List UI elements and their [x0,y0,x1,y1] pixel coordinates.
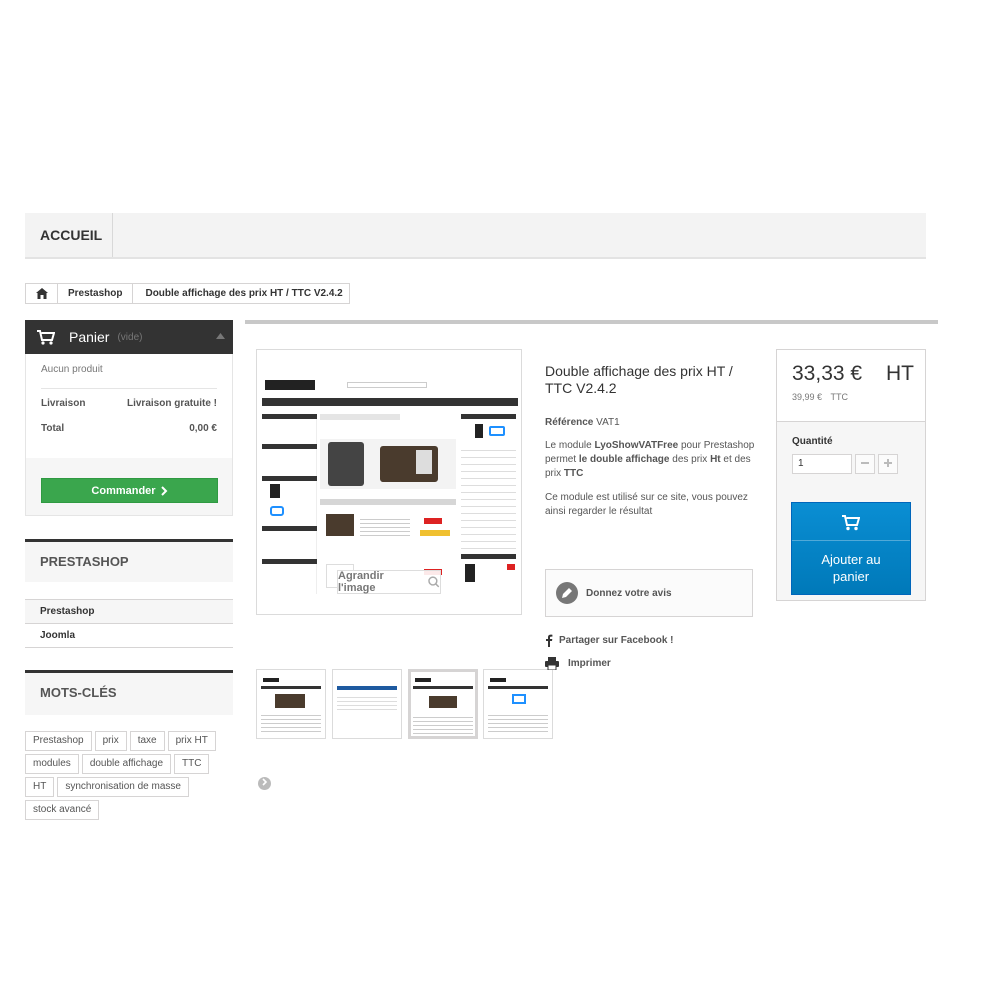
tag-item[interactable]: modules [25,754,79,774]
cart-empty-label: (vide) [117,331,143,343]
add-to-cart-label-2: panier [832,569,870,584]
tag-item[interactable]: taxe [129,731,165,751]
screenshot-menu [262,398,518,406]
checkout-label: Commander [91,484,156,497]
shipping-label: Livraison [41,398,86,409]
cart-body: Aucun produit Livraison Livraison gratui… [25,354,233,516]
screenshot-right-col [461,414,516,594]
checkout-button[interactable]: Commander [41,478,218,503]
screenshot-center-col [320,414,456,594]
quantity-increase-button[interactable] [878,454,898,474]
tag-item[interactable]: stock avancé [25,800,100,820]
thumbnails-next-button[interactable] [258,777,271,790]
price-ht: 33,33 € [792,362,863,385]
product-thumbnail-active[interactable] [408,669,478,739]
cart-icon [842,515,861,531]
product-description: Le module LyoShowVATFree pour Prestashop… [545,439,755,481]
category-item-joomla[interactable]: Joomla [25,624,233,648]
zoom-label: Agrandir l'image [338,570,384,594]
screenshot-left-col [262,414,317,594]
zoom-in-icon [428,576,440,588]
breadcrumb: Prestashop Double affichage des prix HT … [25,283,350,304]
tag-item[interactable]: double affichage [81,754,172,774]
write-review-button[interactable]: Donnez votre avis [545,569,753,617]
price-ttc-value: 39,99 € [792,392,823,402]
pencil-icon [556,582,578,604]
facebook-label: Partager sur Facebook ! [559,635,674,646]
home-icon [35,288,48,299]
desc-text-bold: Ht [710,454,721,465]
add-to-cart-label-1: Ajouter au [821,552,881,567]
print-icon [545,657,559,670]
tag-item[interactable]: TTC [174,754,210,774]
facebook-icon [546,634,553,647]
share-facebook-link[interactable]: Partager sur Facebook ! [545,634,673,647]
price-ttc: 39,99 € TTC [792,392,848,402]
tag-item[interactable]: Prestashop [25,731,92,751]
shipping-value: Livraison gratuite ! [126,398,217,409]
breadcrumb-category[interactable]: Prestashop [58,284,134,303]
print-link[interactable]: Imprimer [545,657,611,670]
quantity-label: Quantité [792,436,833,447]
tag-item[interactable]: prix HT [167,731,216,751]
quantity-input[interactable]: 1 [792,454,852,474]
total-value: 0,00 € [189,423,217,434]
price-ttc-label: TTC [830,392,849,402]
product-thumbnail[interactable] [332,669,402,739]
screenshot-logo [265,380,315,390]
cart-icon [37,329,55,345]
desc-text-bold: TTC [563,468,584,479]
cart-no-product: Aucun produit [41,364,103,375]
breadcrumb-current: Double affichage des prix HT / TTC V2.4.… [145,288,343,299]
review-label: Donnez votre avis [586,587,672,599]
menu-item-home[interactable]: ACCUEIL [25,213,113,257]
zoom-overlay[interactable]: Agrandir l'image [337,570,441,594]
price-tax-mode: HT [886,362,914,385]
product-title: Double affichage des prix HT / TTC V2.4.… [545,363,733,396]
reference-label: Référence [545,417,594,428]
product-thumbnail[interactable] [483,669,553,739]
tag-item[interactable]: prix [94,731,127,751]
desc-text-bold: LyoShowVATFree [594,440,679,451]
categories-list: Prestashop Joomla [25,599,233,648]
product-reference: Référence VAT1 [545,416,755,430]
tags-block-title: MOTS-CLÉS [25,670,233,715]
top-menu: ACCUEIL [25,213,926,259]
tag-item[interactable]: synchronisation de masse [57,777,189,797]
category-item-prestashop[interactable]: Prestashop [25,600,233,624]
add-to-cart-button[interactable]: Ajouter au panier [791,502,911,595]
chevron-right-icon [261,778,267,786]
categories-block-title: PRESTASHOP [25,539,233,582]
quantity-decrease-button[interactable] [855,454,875,474]
print-label: Imprimer [568,658,611,669]
total-label: Total [41,423,65,434]
desc-text: des prix [672,454,708,465]
desc-text: Le module [545,440,592,451]
screenshot-search [347,382,427,388]
plus-icon [884,459,892,467]
product-main-image[interactable]: Agrandir l'image [256,349,522,615]
cart-title: Panier [69,329,110,345]
desc-text-bold: le double affichage [578,454,670,465]
product-thumbnail[interactable] [256,669,326,739]
minus-icon [861,462,869,464]
cart-header[interactable]: Panier (vide) [25,320,233,354]
breadcrumb-home[interactable] [26,284,58,303]
tag-item[interactable]: HT [25,777,55,797]
price-box: 33,33 € HT 39,99 € TTC Quantité 1 Ajoute… [776,349,926,601]
content-divider [245,320,938,324]
reference-value: VAT1 [596,417,620,428]
chevron-right-icon [160,485,168,496]
product-description-2: Ce module est utilisé sur ce site, vous … [545,492,748,517]
tags-list: Prestashop prix taxe prix HT modules dou… [25,731,235,820]
caret-up-icon [216,333,225,339]
